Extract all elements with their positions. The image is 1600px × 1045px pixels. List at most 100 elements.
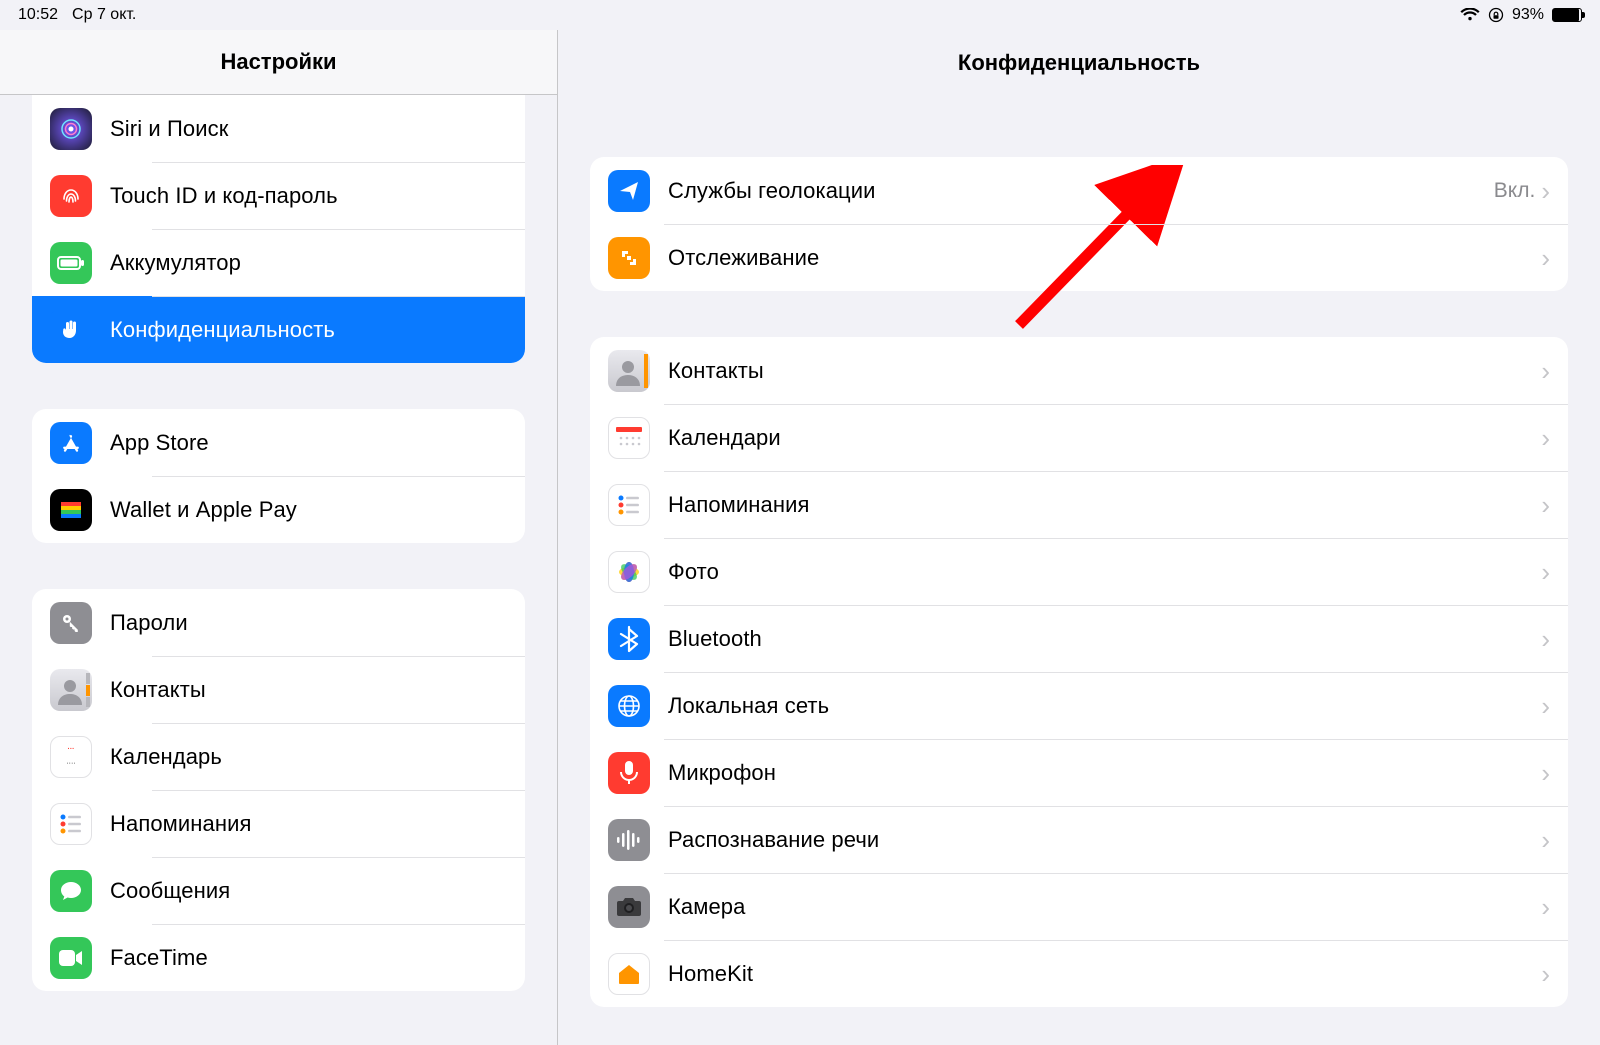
hand-icon: [50, 309, 92, 351]
wifi-icon: [1460, 8, 1480, 22]
siri-icon: [50, 108, 92, 150]
row-label: Фото: [668, 559, 1541, 585]
facetime-icon: [50, 937, 92, 979]
status-battery-pct: 93%: [1512, 6, 1544, 24]
sidebar-item-passwords[interactable]: Пароли: [32, 589, 525, 656]
chevron-icon: ›: [1541, 358, 1550, 384]
chevron-icon: ›: [1541, 961, 1550, 987]
calendar-detail-icon: [608, 417, 650, 459]
svg-text:···: ···: [68, 746, 75, 753]
chevron-icon: ›: [1541, 559, 1550, 585]
row-label: Микрофон: [668, 760, 1541, 786]
sidebar-item-appstore[interactable]: App Store: [32, 409, 525, 476]
location-arrow-icon: [608, 170, 650, 212]
chevron-icon: ›: [1541, 894, 1550, 920]
sidebar-item-messages[interactable]: Сообщения: [32, 857, 525, 924]
row-label: Touch ID и код-пароль: [110, 183, 507, 209]
sidebar-group-1: App Store Wallet и Apple Pay: [32, 409, 525, 543]
orientation-lock-icon: [1488, 7, 1504, 23]
key-icon: [50, 602, 92, 644]
chevron-icon: ›: [1541, 760, 1550, 786]
status-right: 93%: [1460, 6, 1582, 24]
row-label: Сообщения: [110, 878, 507, 904]
chevron-icon: ›: [1541, 693, 1550, 719]
detail-item-calendars[interactable]: Календари ›: [590, 404, 1568, 471]
row-value: Вкл.: [1494, 179, 1536, 203]
sidebar-item-contacts[interactable]: Контакты: [32, 656, 525, 723]
status-time: 10:52: [18, 6, 58, 24]
row-label: Отслеживание: [668, 245, 1541, 271]
fingerprint-icon: [50, 175, 92, 217]
row-label: Пароли: [110, 610, 507, 636]
row-label: Bluetooth: [668, 626, 1541, 652]
row-label: Календари: [668, 425, 1541, 451]
home-icon: [608, 953, 650, 995]
sidebar-item-calendar[interactable]: ······· Календарь: [32, 723, 525, 790]
reminders-detail-icon: [608, 484, 650, 526]
svg-text:····: ····: [66, 760, 75, 767]
status-date: Ср 7 окт.: [72, 6, 136, 24]
detail-item-microphone[interactable]: Микрофон ›: [590, 739, 1568, 806]
detail-group-data: Контакты › Календари › Напоминания ›: [590, 337, 1568, 1007]
tracking-icon: [608, 237, 650, 279]
detail-item-tracking[interactable]: Отслеживание ›: [590, 224, 1568, 291]
messages-icon: [50, 870, 92, 912]
photos-icon: [608, 551, 650, 593]
row-label: Распознавание речи: [668, 827, 1541, 853]
waveform-icon: [608, 819, 650, 861]
chevron-icon: ›: [1541, 178, 1550, 204]
detail-item-photos[interactable]: Фото ›: [590, 538, 1568, 605]
calendar-sidebar-icon: ·······: [50, 736, 92, 778]
row-label: Аккумулятор: [110, 250, 507, 276]
sidebar-item-wallet[interactable]: Wallet и Apple Pay: [32, 476, 525, 543]
row-label: App Store: [110, 430, 507, 456]
settings-sidebar: Настройки Siri и Поиск Touch ID и код-па…: [0, 30, 558, 1045]
row-label: Календарь: [110, 744, 507, 770]
battery-icon: [1552, 8, 1582, 22]
row-label: Конфиденциальность: [110, 317, 507, 343]
wallet-icon: [50, 489, 92, 531]
camera-icon: [608, 886, 650, 928]
row-label: Wallet и Apple Pay: [110, 497, 507, 523]
contacts-icon: [50, 669, 92, 711]
chevron-icon: ›: [1541, 425, 1550, 451]
battery-row-icon: [50, 242, 92, 284]
sidebar-item-facetime[interactable]: FaceTime: [32, 924, 525, 991]
row-label: HomeKit: [668, 961, 1541, 987]
row-label: FaceTime: [110, 945, 507, 971]
detail-item-homekit[interactable]: HomeKit ›: [590, 940, 1568, 1007]
row-label: Службы геолокации: [668, 178, 1494, 204]
detail-item-reminders[interactable]: Напоминания ›: [590, 471, 1568, 538]
microphone-icon: [608, 752, 650, 794]
sidebar-item-touchid[interactable]: Touch ID и код-пароль: [32, 162, 525, 229]
row-label: Контакты: [668, 358, 1541, 384]
detail-item-contacts[interactable]: Контакты ›: [590, 337, 1568, 404]
status-bar: 10:52 Ср 7 окт. 93%: [0, 0, 1600, 30]
reminders-sidebar-icon: [50, 803, 92, 845]
detail-pane: Конфиденциальность Службы геолокации Вкл…: [558, 30, 1600, 1045]
sidebar-group-2: Пароли Контакты ······· Календарь: [32, 589, 525, 991]
sidebar-title: Настройки: [0, 30, 557, 95]
chevron-icon: ›: [1541, 626, 1550, 652]
chevron-icon: ›: [1541, 492, 1550, 518]
bluetooth-icon: [608, 618, 650, 660]
sidebar-item-privacy[interactable]: Конфиденциальность: [32, 296, 525, 363]
detail-item-speech[interactable]: Распознавание речи ›: [590, 806, 1568, 873]
detail-item-local-network[interactable]: Локальная сеть ›: [590, 672, 1568, 739]
chevron-icon: ›: [1541, 245, 1550, 271]
detail-group-location: Службы геолокации Вкл. › Отслеживание ›: [590, 157, 1568, 291]
contacts-detail-icon: [608, 350, 650, 392]
sidebar-item-battery[interactable]: Аккумулятор: [32, 229, 525, 296]
row-label: Локальная сеть: [668, 693, 1541, 719]
sidebar-item-siri[interactable]: Siri и Поиск: [32, 95, 525, 162]
globe-icon: [608, 685, 650, 727]
row-label: Контакты: [110, 677, 507, 703]
detail-item-camera[interactable]: Камера ›: [590, 873, 1568, 940]
sidebar-group-0: Siri и Поиск Touch ID и код-пароль Аккум…: [32, 95, 525, 363]
detail-item-bluetooth[interactable]: Bluetooth ›: [590, 605, 1568, 672]
detail-item-location-services[interactable]: Службы геолокации Вкл. ›: [590, 157, 1568, 224]
detail-title: Конфиденциальность: [558, 30, 1600, 95]
appstore-icon: [50, 422, 92, 464]
sidebar-item-reminders[interactable]: Напоминания: [32, 790, 525, 857]
row-label: Напоминания: [668, 492, 1541, 518]
